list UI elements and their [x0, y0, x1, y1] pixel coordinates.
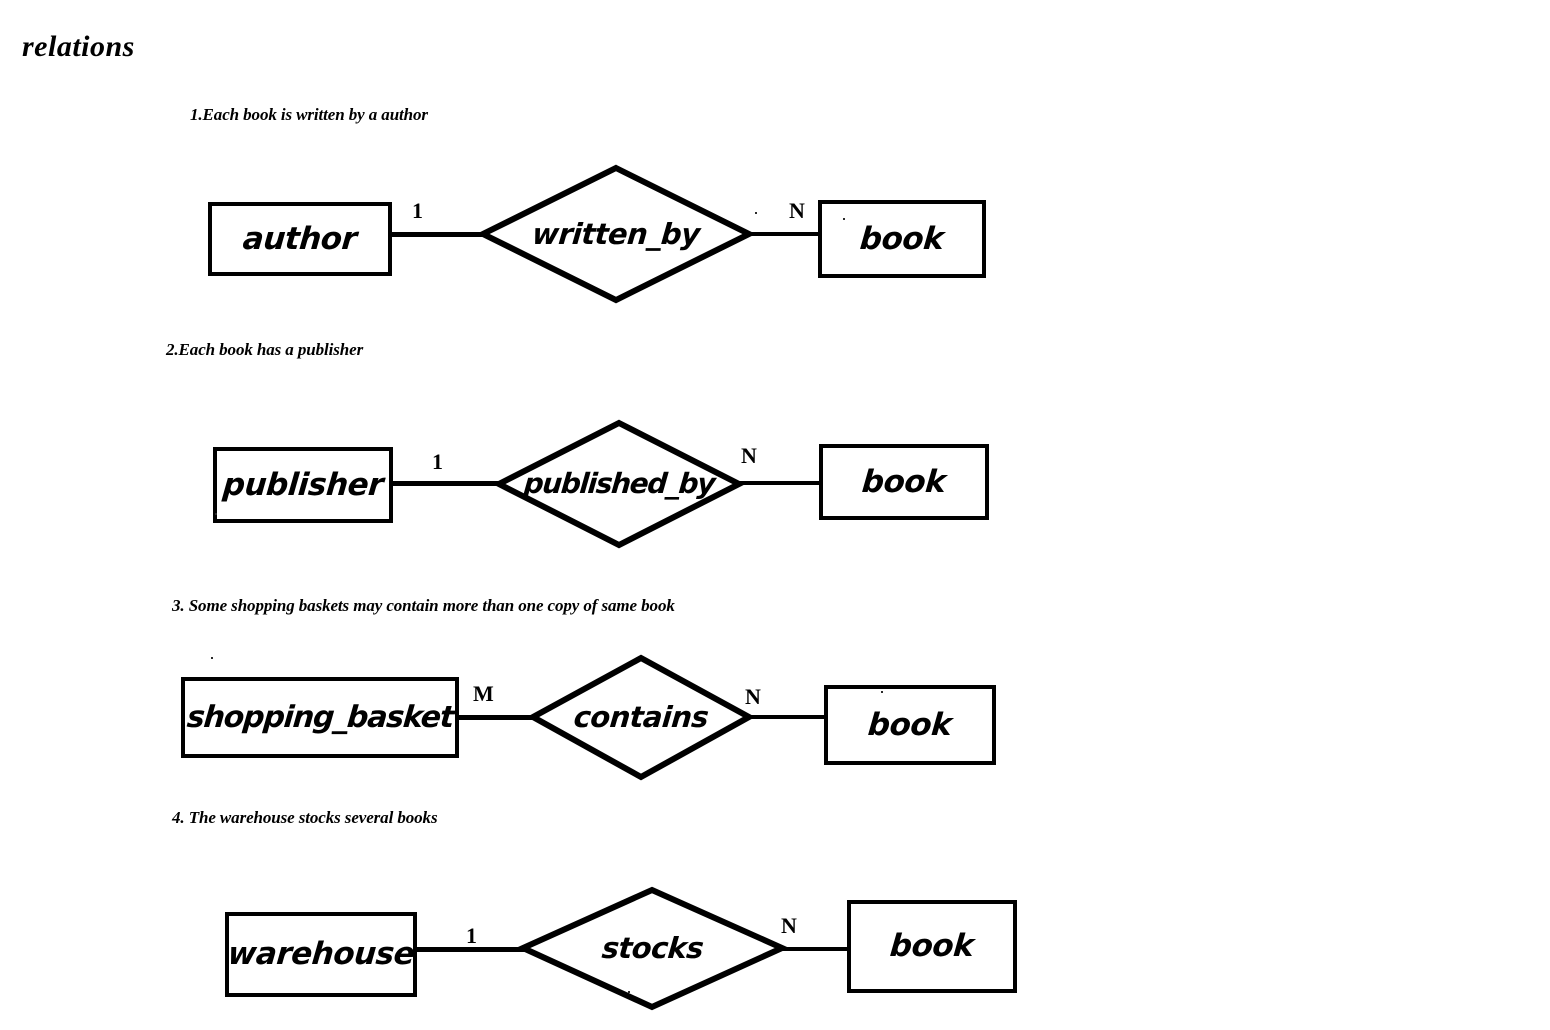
entity-author[interactable]: author	[208, 202, 392, 276]
scan-speck	[755, 212, 757, 214]
cardinality-left-1: 1	[412, 198, 423, 223]
connector-right-3	[744, 715, 828, 719]
entity-book-4[interactable]: book	[847, 900, 1017, 993]
connector-right-4	[779, 947, 851, 951]
er-diagram-page: relations 1.Each book is written by a au…	[0, 0, 1550, 1030]
relationship-written-by[interactable]: written_by	[476, 164, 756, 304]
cardinality-left-2: 1	[432, 449, 443, 474]
scan-speck	[843, 218, 845, 220]
entity-book-3-label: book	[866, 706, 954, 743]
entity-shopping-basket[interactable]: shopping_basket	[181, 677, 459, 758]
connector-left-2	[389, 481, 505, 486]
entity-publisher-label: publisher	[221, 466, 385, 503]
scan-speck	[211, 657, 213, 659]
connector-right-2	[736, 481, 824, 485]
entity-book-2[interactable]: book	[819, 444, 989, 520]
connector-left-3	[455, 715, 540, 720]
relationship-published-by[interactable]: published_by	[492, 419, 746, 549]
entity-book-2-label: book	[860, 463, 948, 500]
diagram-4-caption: 4. The warehouse stocks several books	[172, 808, 438, 827]
connector-left-1	[388, 232, 488, 237]
entity-author-label: author	[241, 220, 359, 257]
cardinality-right-3: N	[745, 684, 761, 709]
relationship-contains[interactable]: contains	[526, 654, 756, 781]
connector-right-1	[746, 232, 824, 236]
entity-book-4-label: book	[888, 928, 976, 964]
scan-speck	[628, 991, 630, 993]
entity-warehouse[interactable]: warehouse	[225, 912, 417, 997]
scan-speck	[215, 513, 217, 515]
scan-speck	[881, 691, 883, 693]
relationship-stocks[interactable]: stocks	[515, 886, 790, 1011]
entity-warehouse-label: warehouse	[226, 936, 416, 972]
entity-shopping-basket-label: shopping_basket	[185, 699, 455, 735]
entity-book-3[interactable]: book	[824, 685, 996, 765]
entity-book-1[interactable]: book	[818, 200, 986, 278]
cardinality-left-4: 1	[466, 923, 477, 948]
cardinality-right-1: N	[789, 198, 805, 223]
cardinality-right-2: N	[741, 443, 757, 468]
entity-publisher[interactable]: publisher	[213, 447, 393, 523]
cardinality-left-3: M	[473, 681, 494, 706]
entity-book-1-label: book	[858, 220, 946, 257]
cardinality-right-4: N	[781, 913, 797, 938]
